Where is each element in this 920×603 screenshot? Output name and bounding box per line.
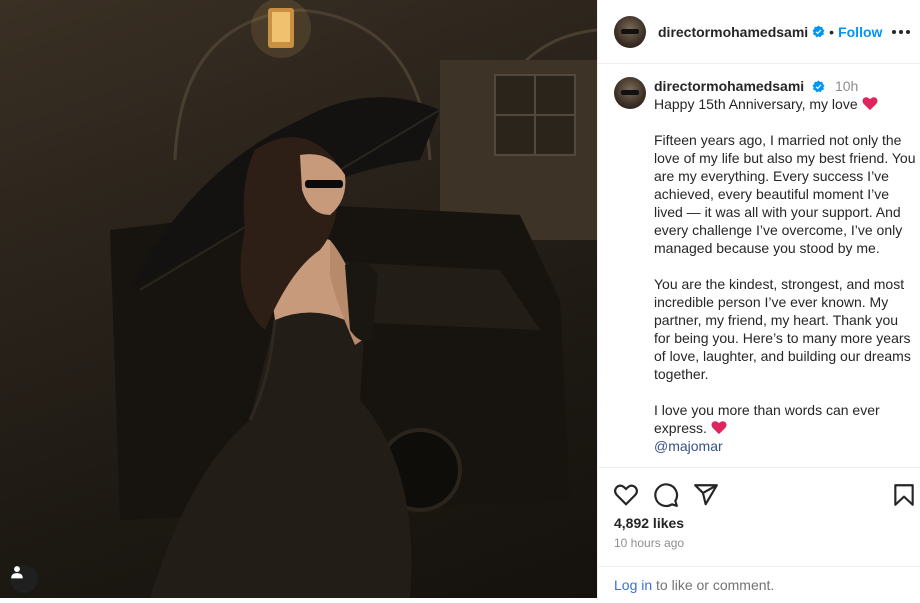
caption-heading: directormohamedsami 10h bbox=[654, 77, 916, 95]
tagged-users-button[interactable] bbox=[10, 565, 38, 593]
caption-title: Happy 15th Anniversary, my love bbox=[654, 96, 858, 112]
verified-badge-icon bbox=[812, 80, 825, 93]
caption-author-avatar[interactable] bbox=[614, 77, 646, 109]
login-prompt: Log in to like or comment. bbox=[598, 566, 920, 598]
comment-icon bbox=[654, 483, 679, 508]
separator-dot: • bbox=[829, 23, 835, 40]
caption-title-line: Happy 15th Anniversary, my love bbox=[654, 95, 916, 113]
post-time-ago[interactable]: 10 hours ago bbox=[614, 536, 684, 550]
action-bar bbox=[598, 478, 920, 512]
caption-scroll-area[interactable]: directormohamedsami 10h Happy 15th Anniv… bbox=[598, 65, 920, 468]
red-heart-emoji-icon bbox=[862, 97, 878, 111]
more-options-icon bbox=[892, 30, 910, 34]
follow-button[interactable]: Follow bbox=[838, 24, 882, 40]
author-info: directormohamedsami • Follow bbox=[658, 24, 882, 40]
user-tag-icon bbox=[11, 566, 23, 579]
verified-badge-icon bbox=[812, 25, 825, 38]
heart-icon bbox=[614, 484, 638, 506]
mention-link[interactable]: @majomar bbox=[654, 437, 916, 455]
caption-paragraph-3-line: I love you more than words can ever expr… bbox=[654, 401, 916, 437]
photo-illustration bbox=[110, 0, 597, 598]
login-link[interactable]: Log in bbox=[614, 577, 652, 593]
share-button[interactable] bbox=[693, 482, 719, 508]
like-button[interactable] bbox=[613, 482, 639, 508]
bookmark-icon bbox=[894, 484, 914, 506]
more-options-button[interactable] bbox=[889, 20, 913, 44]
caption-text: directormohamedsami 10h Happy 15th Anniv… bbox=[654, 77, 916, 455]
share-icon bbox=[694, 484, 718, 506]
caption-timestamp[interactable]: 10h bbox=[835, 78, 858, 94]
caption-paragraph-3: I love you more than words can ever expr… bbox=[654, 402, 880, 436]
login-prompt-text: to like or comment. bbox=[652, 577, 775, 593]
post-photo[interactable] bbox=[0, 0, 597, 598]
likes-count[interactable]: 4,892 likes bbox=[614, 515, 684, 531]
comment-button[interactable] bbox=[653, 482, 679, 508]
red-heart-emoji-icon bbox=[711, 421, 727, 435]
caption-paragraph-1: Fifteen years ago, I married not only th… bbox=[654, 132, 916, 256]
caption-username[interactable]: directormohamedsami bbox=[654, 78, 804, 94]
post-header: directormohamedsami • Follow bbox=[598, 0, 920, 64]
author-avatar[interactable] bbox=[614, 15, 646, 48]
post-side-panel: directormohamedsami • Follow directormoh… bbox=[597, 0, 920, 598]
save-button[interactable] bbox=[891, 482, 917, 508]
author-username[interactable]: directormohamedsami bbox=[658, 24, 808, 40]
caption-paragraph-2: You are the kindest, strongest, and most… bbox=[654, 276, 911, 382]
post-viewer: directormohamedsami • Follow directormoh… bbox=[0, 0, 920, 598]
